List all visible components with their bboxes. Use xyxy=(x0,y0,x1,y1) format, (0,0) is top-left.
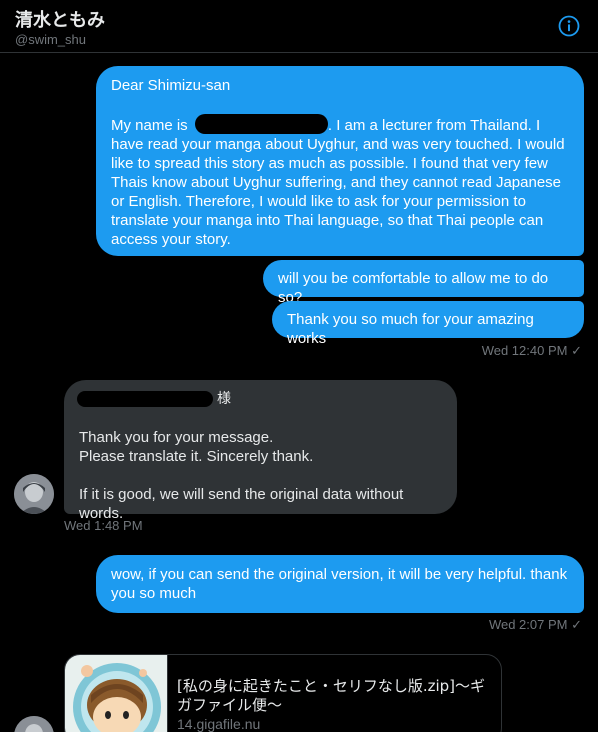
message-greeting: Dear Shimizu-san xyxy=(111,77,231,94)
message-text: Thank you so much for your amazing works xyxy=(287,311,534,347)
sent-check-icon: ✓ xyxy=(571,617,582,632)
avatar[interactable] xyxy=(14,716,54,732)
sent-check-icon: ✓ xyxy=(571,343,582,358)
contact-handle[interactable]: @swim_shu xyxy=(15,32,86,47)
message-line: Please translate it. Sincerely thank. xyxy=(79,448,314,465)
gigafile-mascot-icon xyxy=(73,663,161,732)
message-timestamp: Wed 1:48 PM xyxy=(64,518,143,533)
link-preview-card[interactable]: [私の身に起きたこと・セリフなし版.zip]～ギガファイル便～ 14.gigaf… xyxy=(64,654,502,732)
outgoing-message[interactable]: wow, if you can send the original versio… xyxy=(96,555,584,613)
link-domain: 14.gigafile.nu xyxy=(177,716,261,732)
avatar[interactable] xyxy=(14,474,54,514)
message-line: Thank you for your message. xyxy=(79,429,274,446)
conversation-header: 清水ともみ @swim_shu xyxy=(0,0,598,53)
message-salutation: 様 xyxy=(77,390,442,409)
message-body-prefix: My name is xyxy=(111,117,188,134)
redacted-name xyxy=(77,391,213,407)
redacted-name xyxy=(194,114,328,134)
outgoing-message[interactable]: will you be comfortable to allow me to d… xyxy=(263,260,584,306)
contact-name[interactable]: 清水ともみ xyxy=(15,6,105,32)
avatar-icon xyxy=(14,474,54,514)
incoming-message[interactable]: 様 Thank you for your message. Please tra… xyxy=(64,380,457,522)
message-body-rest: . I am a lecturer from Thailand. I have … xyxy=(111,117,565,248)
message-text: wow, if you can send the original versio… xyxy=(111,566,568,602)
link-thumbnail xyxy=(65,655,168,732)
info-circle-icon[interactable] xyxy=(558,15,580,37)
outgoing-message[interactable]: Dear Shimizu-san My name is . I am a lec… xyxy=(96,66,584,256)
message-timestamp: Wed 2:07 PM ✓ xyxy=(488,617,582,632)
message-timestamp: Wed 12:40 PM ✓ xyxy=(481,343,582,358)
link-title: [私の身に起きたこと・セリフなし版.zip]～ギガファイル便～ xyxy=(177,677,486,714)
outgoing-message[interactable]: Thank you so much for your amazing works xyxy=(272,301,584,347)
message-body: My name is . I am a lecturer from Thaila… xyxy=(111,114,569,249)
avatar-icon xyxy=(14,716,54,732)
